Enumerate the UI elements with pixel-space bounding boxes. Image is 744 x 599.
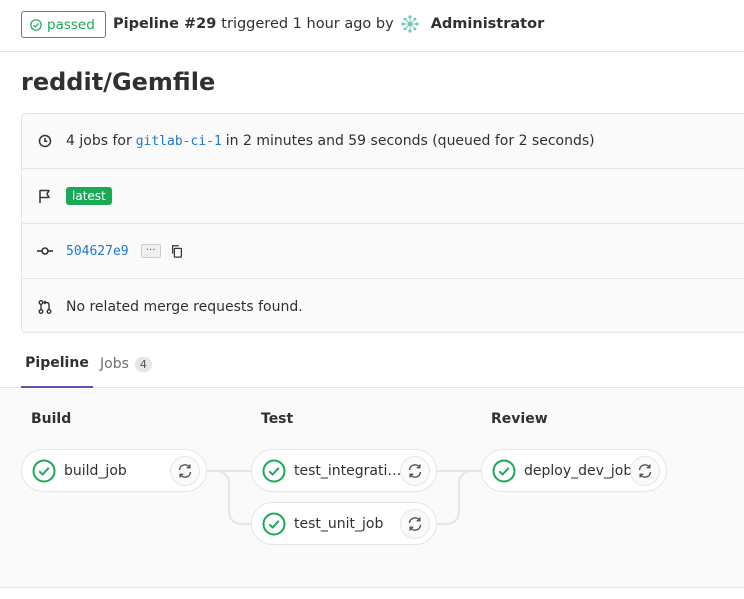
pipeline-summary: Pipeline #29 triggered 1 hour ago by Adm… xyxy=(113,14,544,34)
pipeline-info-box: 4 jobs for gitlab-ci-1 in 2 minutes and … xyxy=(21,113,744,333)
retry-icon[interactable] xyxy=(400,456,430,486)
jobs-count-badge: 4 xyxy=(134,356,152,372)
pipeline-tabs: Pipeline Jobs 4 xyxy=(0,340,744,388)
status-success-icon xyxy=(262,512,286,535)
job-name: test_integratio... xyxy=(294,462,402,479)
mr-text: No related merge requests found. xyxy=(66,298,303,315)
expand-commit-button[interactable]: ··· xyxy=(140,244,161,258)
pipeline-header: passed Pipeline #29 triggered 1 hour ago… xyxy=(0,0,744,52)
commit-row: 504627e9 ··· xyxy=(22,224,744,279)
pipeline-graph: Build Test Review build_job test_integra… xyxy=(0,389,744,588)
status-label: passed xyxy=(47,16,95,33)
retry-icon[interactable] xyxy=(400,509,430,539)
retry-icon[interactable] xyxy=(170,456,200,486)
tab-pipeline-label: Pipeline xyxy=(25,355,89,371)
job-test-integration[interactable]: test_integratio... xyxy=(251,449,437,492)
status-badge[interactable]: passed xyxy=(21,11,106,38)
pipeline-id[interactable]: Pipeline #29 xyxy=(113,16,216,32)
flag-icon xyxy=(37,188,53,204)
tab-pipeline[interactable]: Pipeline xyxy=(21,340,93,388)
triggered-text: triggered 1 hour ago by xyxy=(221,16,394,32)
copy-icon[interactable] xyxy=(169,243,185,259)
commit-icon xyxy=(37,243,53,259)
job-build[interactable]: build_job xyxy=(21,449,207,492)
badges-row: latest xyxy=(22,169,744,224)
jobs-info-row: 4 jobs for gitlab-ci-1 in 2 minutes and … xyxy=(22,114,744,169)
stage-test-title: Test xyxy=(261,411,294,427)
user-link[interactable]: Administrator xyxy=(431,16,545,32)
stage-build-title: Build xyxy=(31,411,72,427)
merge-request-row: No related merge requests found. xyxy=(22,279,744,334)
merge-request-icon xyxy=(37,299,53,315)
branch-link[interactable]: gitlab-ci-1 xyxy=(136,134,222,149)
job-name: build_job xyxy=(64,462,127,479)
commit-sha-link[interactable]: 504627e9 xyxy=(66,244,129,259)
status-success-icon xyxy=(262,459,286,482)
page-title: reddit/Gemfile xyxy=(21,68,216,96)
job-name: test_unit_job xyxy=(294,515,384,532)
tab-jobs-label: Jobs xyxy=(100,356,129,372)
retry-icon[interactable] xyxy=(630,456,660,486)
job-deploy-dev[interactable]: deploy_dev_job xyxy=(481,449,667,492)
clock-icon xyxy=(37,133,53,149)
status-success-icon xyxy=(30,18,42,31)
avatar[interactable] xyxy=(399,14,420,34)
tab-jobs[interactable]: Jobs 4 xyxy=(100,340,152,388)
duration-text: in 2 minutes and 59 seconds (queued for … xyxy=(225,133,595,149)
status-success-icon xyxy=(32,459,56,482)
jobs-count-text: 4 jobs for xyxy=(66,133,132,149)
status-success-icon xyxy=(492,459,516,482)
job-test-unit[interactable]: test_unit_job xyxy=(251,502,437,545)
latest-badge: latest xyxy=(66,187,112,205)
stage-review-title: Review xyxy=(491,411,548,427)
job-name: deploy_dev_job xyxy=(524,462,633,479)
